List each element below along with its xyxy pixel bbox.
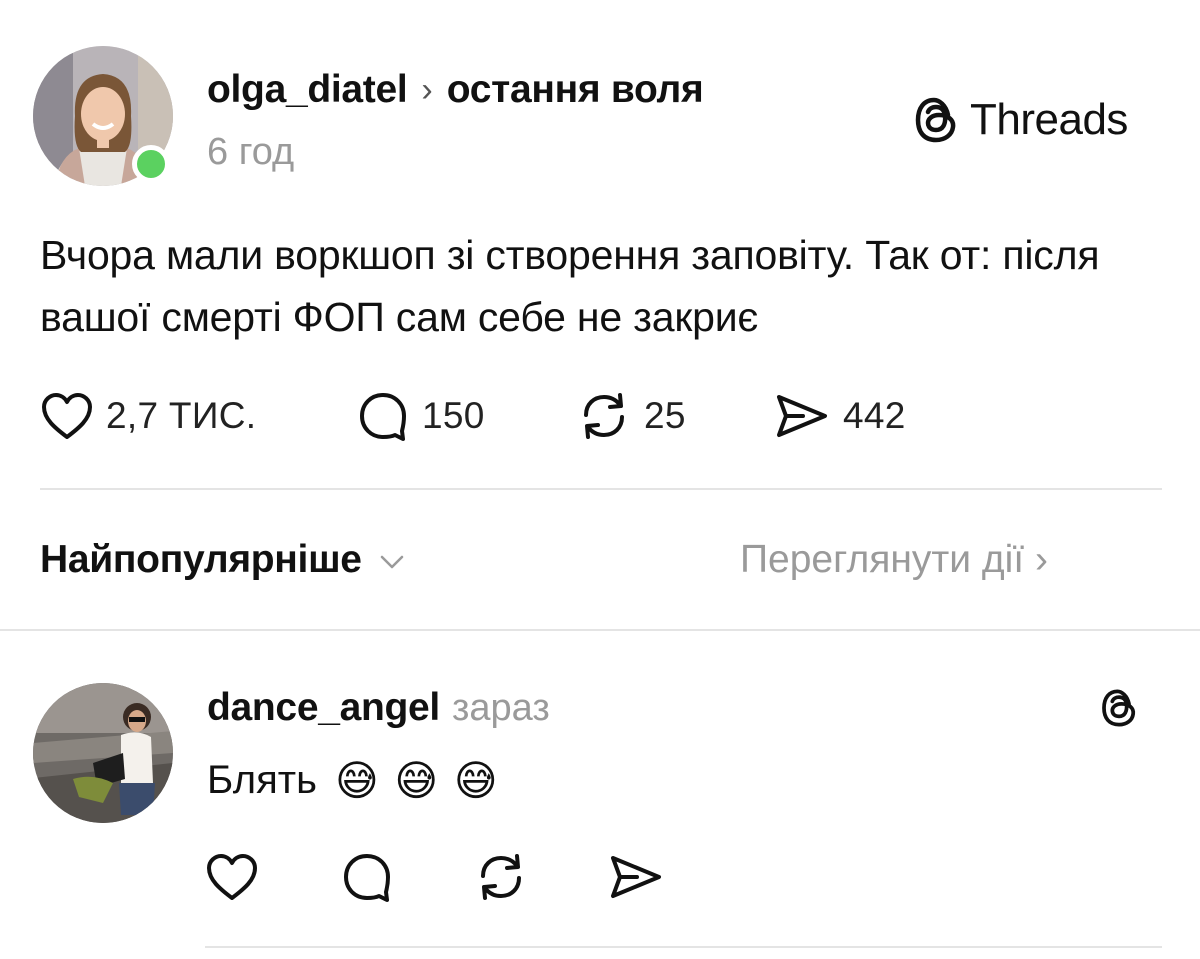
reply-emoji: 😅 😅 😅 <box>334 756 500 804</box>
replies-sort-dropdown[interactable]: Найпопулярніше <box>40 538 406 582</box>
send-icon[interactable] <box>607 852 665 902</box>
reply-count: 150 <box>422 395 485 436</box>
repost-count: 25 <box>644 395 686 436</box>
like-count: 2,7 ТИС. <box>106 395 257 436</box>
reply-bottom-divider <box>205 946 1162 948</box>
heart-icon <box>42 393 92 439</box>
community-name[interactable]: остання воля <box>447 68 704 112</box>
like-button[interactable]: 2,7 ТИС. <box>40 388 256 444</box>
threads-logo-icon[interactable] <box>1099 686 1139 730</box>
threads-label: Threads <box>970 95 1128 144</box>
chevron-down-icon <box>380 555 404 568</box>
threads-logo-icon <box>915 97 956 143</box>
send-icon <box>777 395 827 437</box>
reply-author-avatar-photo <box>33 683 173 823</box>
reply-header-line: dance_angel зараз <box>207 684 550 732</box>
sort-label: Найпопулярніше <box>40 538 362 581</box>
share-count: 442 <box>843 395 906 436</box>
heart-icon[interactable] <box>205 852 259 902</box>
post-time: 6 год <box>207 131 295 173</box>
reply-button[interactable]: 150 <box>356 388 485 444</box>
reply-time: зараз <box>451 686 550 729</box>
comment-bubble-icon[interactable] <box>340 850 394 904</box>
reply-author-avatar[interactable] <box>33 683 173 823</box>
author-username[interactable]: olga_diatel <box>207 68 408 112</box>
repost-arrows-icon <box>584 393 624 439</box>
threads-branding: Threads <box>912 92 1128 148</box>
comment-bubble-icon <box>360 393 406 441</box>
reply-author-username[interactable]: dance_angel <box>207 686 440 730</box>
repost-button[interactable]: 25 <box>576 388 686 444</box>
replies-divider <box>0 629 1200 631</box>
view-activity-link[interactable]: Переглянути дії › <box>740 538 1048 582</box>
reply-text-line: Блять 😅 😅 😅 <box>207 752 500 808</box>
online-status-dot <box>132 145 170 183</box>
breadcrumb-separator: › <box>421 70 433 109</box>
reply-text: Блять <box>207 757 317 802</box>
repost-arrows-icon[interactable] <box>473 850 529 904</box>
share-button[interactable]: 442 <box>773 388 906 444</box>
post-header-line: olga_diatel › остання воля <box>207 66 704 114</box>
post-divider <box>40 488 1162 490</box>
post-text: Вчора мали воркшоп зі створення заповіту… <box>40 232 1100 340</box>
